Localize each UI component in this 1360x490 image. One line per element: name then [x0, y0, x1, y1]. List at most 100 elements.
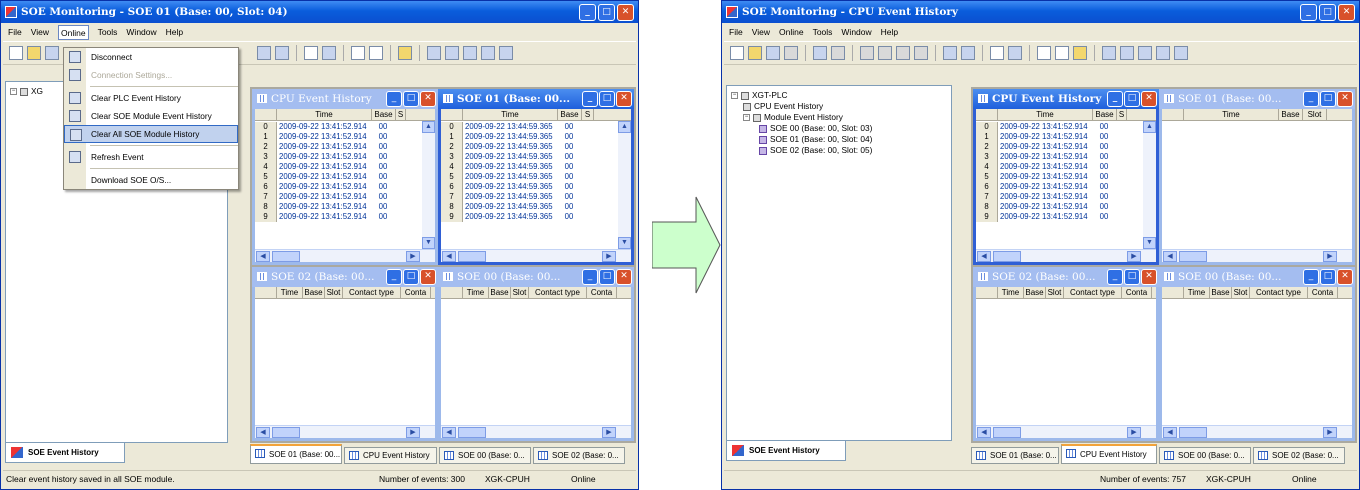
table-row[interactable]: 1 2009-09-22 13:41:52.914 00 [255, 132, 422, 142]
close-button[interactable]: ✕ [1338, 4, 1355, 21]
close-button[interactable]: ✕ [420, 269, 436, 285]
table-row[interactable]: 1 2009-09-22 13:44:59.365 00 [441, 132, 618, 142]
table-row[interactable]: 7 2009-09-22 13:41:52.914 00 [976, 192, 1143, 202]
horizontal-scrollbar[interactable]: ◀ ▶ [441, 249, 631, 262]
col-slot[interactable]: Slot [325, 287, 343, 298]
view-detail-icon[interactable] [961, 46, 975, 60]
col-slot[interactable]: Slot [1232, 287, 1250, 298]
col-time[interactable]: Time [998, 287, 1024, 298]
tab-cpu-event-history[interactable]: CPU Event History [344, 447, 437, 464]
close-button[interactable]: ✕ [617, 4, 634, 21]
left-side-tab[interactable]: SOE Event History [5, 443, 125, 463]
table-row[interactable]: 6 2009-09-22 13:44:59.365 00 [441, 182, 618, 192]
maximize-button[interactable]: □ [1124, 269, 1140, 285]
maximize-button[interactable]: □ [1319, 4, 1336, 21]
minimize-button[interactable]: _ [579, 4, 596, 21]
window-title[interactable]: SOE 02 (Base: 00... _ □ ✕ [252, 267, 438, 287]
vertical-scrollbar[interactable]: ▲ ▼ [422, 121, 435, 249]
table-row[interactable]: 3 2009-09-22 13:44:59.365 00 [441, 152, 618, 162]
open-icon[interactable] [748, 46, 762, 60]
left-title-bar[interactable]: SOE Monitoring - SOE 01 (Base: 00, Slot:… [1, 1, 638, 23]
horizontal-scrollbar[interactable]: ◀ ▶ [1162, 425, 1352, 438]
horizontal-scrollbar[interactable]: ◀ ▶ [255, 425, 435, 438]
col-contact[interactable]: Conta [1122, 287, 1152, 298]
tile-horizontal-icon[interactable] [445, 46, 459, 60]
view-detail-icon[interactable] [275, 46, 289, 60]
vertical-scrollbar[interactable]: ▲ ▼ [1143, 121, 1156, 249]
tile-vertical-icon[interactable] [463, 46, 477, 60]
window-title[interactable]: SOE 01 (Base: 00... _ □ ✕ [1159, 89, 1355, 109]
window-title[interactable]: SOE 00 (Base: 00... _ □ ✕ [1159, 267, 1355, 287]
menu-file[interactable]: File [729, 24, 743, 40]
tree-item[interactable]: SOE 00 (Base: 00, Slot: 03) [731, 123, 947, 134]
menu-item-clear-plc-event-history[interactable]: Clear PLC Event History [64, 89, 238, 107]
table-row[interactable]: 1 2009-09-22 13:41:52.914 00 [976, 132, 1143, 142]
menu-window[interactable]: Window [841, 24, 871, 40]
col-base[interactable]: Base [1210, 287, 1232, 298]
col-contact-type[interactable]: Contact type [1250, 287, 1308, 298]
col-time[interactable]: Time [1184, 109, 1279, 120]
col-time[interactable]: Time [998, 109, 1093, 120]
menu-tools[interactable]: Tools [813, 24, 833, 40]
table-row[interactable]: 7 2009-09-22 13:41:52.914 00 [255, 192, 422, 202]
horizontal-scrollbar[interactable]: ◀ ▶ [976, 425, 1156, 438]
col-contact[interactable]: Conta [1308, 287, 1338, 298]
filter-icon[interactable] [322, 46, 336, 60]
maximize-button[interactable]: □ [1320, 91, 1336, 107]
col-slot[interactable]: Slot [511, 287, 529, 298]
maximize-button[interactable]: □ [598, 4, 615, 21]
minimize-button[interactable]: _ [386, 269, 402, 285]
minimize-button[interactable]: _ [386, 91, 402, 107]
table-row[interactable]: 9 2009-09-22 13:41:52.914 00 [255, 212, 422, 222]
sort-icon[interactable] [304, 46, 318, 60]
menu-view[interactable]: View [31, 24, 49, 40]
export-icon[interactable] [398, 46, 412, 60]
tab-soe01[interactable]: SOE 01 (Base: 00... [250, 444, 342, 464]
table-row[interactable]: 5 2009-09-22 13:44:59.365 00 [441, 172, 618, 182]
window-title[interactable]: SOE 00 (Base: 00... _ □ ✕ [438, 267, 634, 287]
tab-soe02[interactable]: SOE 02 (Base: 0... [1253, 447, 1345, 464]
col-time[interactable]: Time [277, 109, 372, 120]
horizontal-scrollbar[interactable]: ◀ ▶ [441, 425, 631, 438]
new-icon[interactable] [9, 46, 23, 60]
table-row[interactable]: 9 2009-09-22 13:44:59.365 00 [441, 212, 618, 222]
menu-tools[interactable]: Tools [98, 24, 118, 40]
table-row[interactable]: 2 2009-09-22 13:41:52.914 00 [976, 142, 1143, 152]
save-icon[interactable] [766, 46, 780, 60]
tile-vertical-icon[interactable] [1138, 46, 1152, 60]
tree-item[interactable]: SOE 01 (Base: 00, Slot: 04) [731, 134, 947, 145]
menu-window[interactable]: Window [126, 24, 156, 40]
minimize-button[interactable]: _ [1107, 269, 1123, 285]
cascade-icon[interactable] [427, 46, 441, 60]
view-list-icon[interactable] [257, 46, 271, 60]
tile-horizontal-icon[interactable] [1120, 46, 1134, 60]
col-base[interactable]: Base [1279, 109, 1303, 120]
sort-icon[interactable] [990, 46, 1004, 60]
menu-item-clear-all-soe-module-history[interactable]: Clear All SOE Module History [64, 125, 238, 143]
cascade-icon[interactable] [1102, 46, 1116, 60]
close-button[interactable]: ✕ [1337, 269, 1353, 285]
col-slot[interactable]: S [582, 109, 594, 120]
table-row[interactable]: 4 2009-09-22 13:41:52.914 00 [976, 162, 1143, 172]
tab-soe01[interactable]: SOE 01 (Base: 0... [971, 447, 1059, 464]
horizontal-scrollbar[interactable]: ◀ ▶ [1162, 249, 1352, 262]
export-icon[interactable] [1073, 46, 1087, 60]
close-button[interactable]: ✕ [420, 91, 436, 107]
col-base[interactable]: Base [303, 287, 325, 298]
horizontal-scrollbar[interactable]: ◀ ▶ [976, 249, 1156, 262]
close-button[interactable]: ✕ [616, 91, 632, 107]
view-list-icon[interactable] [943, 46, 957, 60]
col-slot[interactable]: Slot [1046, 287, 1064, 298]
col-slot[interactable]: S [396, 109, 406, 120]
window-title[interactable]: CPU Event History _ □ ✕ [252, 89, 438, 109]
right-title-bar[interactable]: SOE Monitoring - CPU Event History _ □ ✕ [722, 1, 1359, 23]
open-icon[interactable] [27, 46, 41, 60]
menu-online[interactable]: Online [779, 24, 804, 40]
table-row[interactable]: 6 2009-09-22 13:41:52.914 00 [976, 182, 1143, 192]
col-time[interactable]: Time [463, 287, 489, 298]
col-base[interactable]: Base [558, 109, 582, 120]
col-slot[interactable]: Slot [1303, 109, 1327, 120]
menu-item-clear-soe-module-event-history[interactable]: Clear SOE Module Event History [64, 107, 238, 125]
menu-item-download-soe-o-s[interactable]: Download SOE O/S... [64, 171, 238, 189]
minimize-button[interactable]: _ [1303, 269, 1319, 285]
